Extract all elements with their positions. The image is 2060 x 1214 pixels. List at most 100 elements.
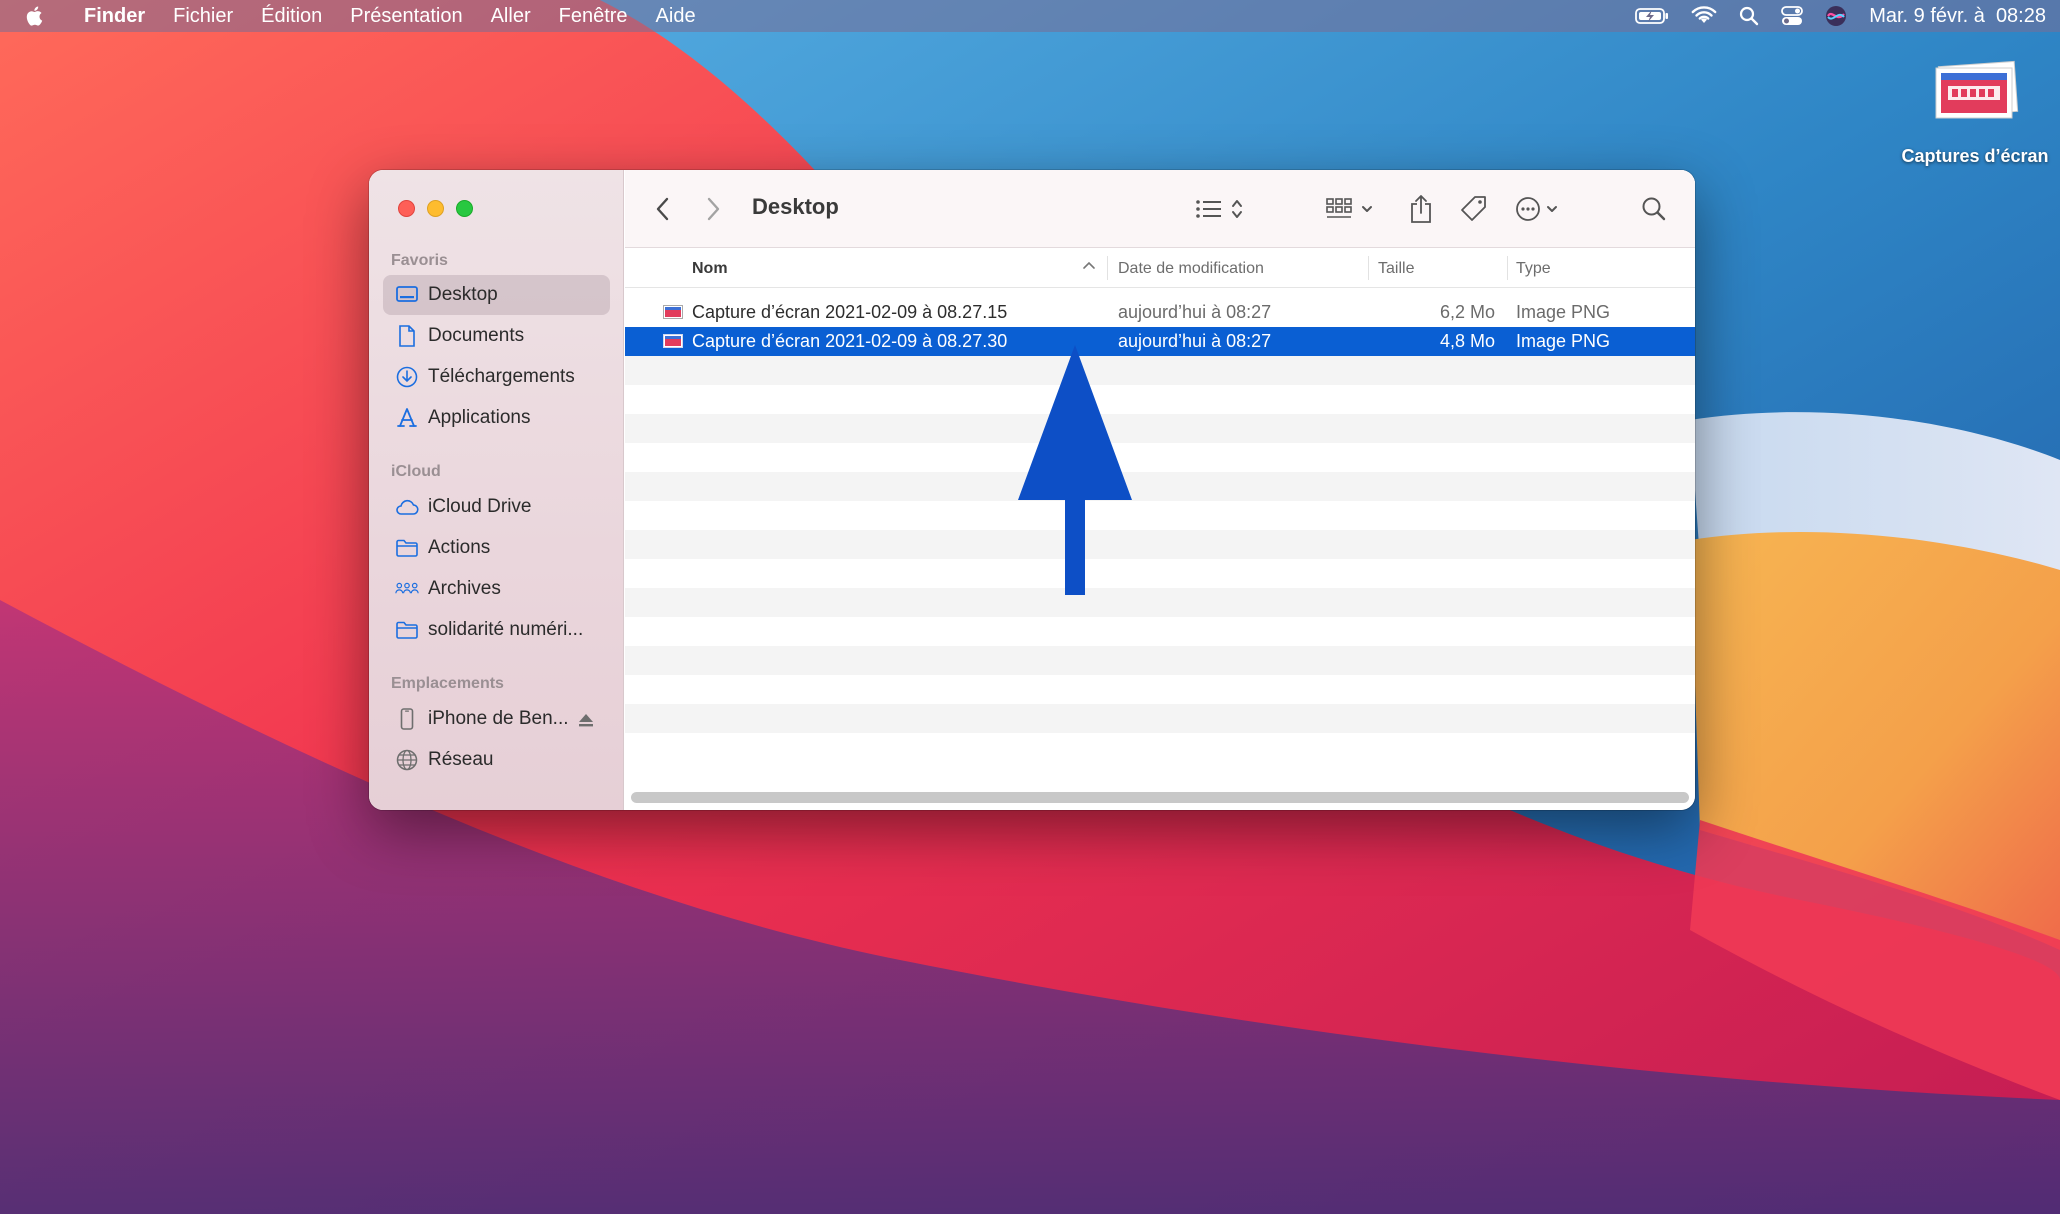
ellipsis-circle-icon bbox=[1516, 197, 1557, 221]
file-date: aujourd’hui à 08:27 bbox=[1118, 331, 1272, 351]
desktop-icon bbox=[395, 283, 419, 307]
siri-icon[interactable] bbox=[1825, 5, 1847, 27]
applications-icon bbox=[395, 406, 419, 430]
sidebar-item-documents[interactable]: Documents bbox=[383, 316, 610, 356]
empty-row bbox=[625, 385, 1695, 414]
file-type: Image PNG bbox=[1516, 302, 1611, 322]
sidebar-item-label: iCloud Drive bbox=[428, 496, 532, 517]
sidebar: Favoris Desktop Documents Téléchargement… bbox=[369, 170, 624, 810]
horizontal-scrollbar[interactable] bbox=[631, 792, 1689, 803]
column-date[interactable]: Date de modification bbox=[1118, 260, 1264, 278]
control-center-icon[interactable] bbox=[1781, 6, 1804, 26]
apple-icon[interactable] bbox=[0, 5, 70, 27]
menu-edition[interactable]: Édition bbox=[247, 5, 336, 28]
menu-fenetre[interactable]: Fenêtre bbox=[545, 5, 642, 28]
column-nom[interactable]: Nom bbox=[692, 260, 728, 278]
sidebar-item-label: iPhone de Ben... bbox=[428, 708, 569, 729]
file-size: 6,2 Mo bbox=[1439, 302, 1495, 322]
empty-row bbox=[625, 414, 1695, 443]
empty-row bbox=[625, 733, 1695, 762]
sidebar-item-desktop[interactable]: Desktop bbox=[383, 275, 610, 315]
sidebar-item-label: Desktop bbox=[428, 284, 498, 305]
sidebar-item-applications[interactable]: Applications bbox=[383, 398, 610, 438]
battery-charging-icon[interactable] bbox=[1635, 7, 1669, 25]
tag-icon bbox=[1461, 196, 1486, 221]
wifi-icon[interactable] bbox=[1691, 6, 1717, 26]
empty-row bbox=[625, 356, 1695, 385]
iphone-icon bbox=[395, 707, 419, 731]
empty-row bbox=[625, 530, 1695, 559]
sidebar-item-actions[interactable]: Actions bbox=[383, 528, 610, 568]
sidebar-section-favoris: Favoris bbox=[391, 252, 448, 269]
sidebar-item-label: Actions bbox=[428, 537, 491, 558]
sidebar-item-reseau[interactable]: Réseau bbox=[383, 740, 610, 780]
search-button[interactable] bbox=[1641, 194, 1667, 224]
more-actions-button[interactable] bbox=[1515, 194, 1565, 224]
menu-aller[interactable]: Aller bbox=[477, 5, 545, 28]
column-separator[interactable] bbox=[1507, 256, 1508, 280]
view-options-button[interactable] bbox=[1195, 194, 1247, 224]
share-button[interactable] bbox=[1409, 194, 1433, 224]
sidebar-item-telechargements[interactable]: Téléchargements bbox=[383, 357, 610, 397]
shared-folder-icon bbox=[395, 577, 419, 601]
close-button[interactable] bbox=[398, 200, 415, 217]
empty-row bbox=[625, 501, 1695, 530]
window-controls bbox=[398, 200, 473, 217]
column-type[interactable]: Type bbox=[1516, 260, 1551, 278]
menu-aide[interactable]: Aide bbox=[642, 5, 710, 28]
file-size: 4,8 Mo bbox=[1439, 331, 1495, 351]
sidebar-item-iphone[interactable]: iPhone de Ben... bbox=[383, 699, 610, 739]
forward-button[interactable] bbox=[705, 194, 721, 224]
menu-clock[interactable]: Mar. 9 févr. à 08:28 bbox=[1869, 5, 2046, 28]
folder-icon bbox=[395, 618, 419, 642]
file-type: Image PNG bbox=[1516, 331, 1611, 351]
empty-row bbox=[625, 675, 1695, 704]
cloud-icon bbox=[395, 495, 419, 519]
column-separator[interactable] bbox=[1107, 256, 1108, 280]
sidebar-item-label: Archives bbox=[428, 578, 501, 599]
empty-row bbox=[625, 617, 1695, 646]
menu-presentation[interactable]: Présentation bbox=[336, 5, 476, 28]
tags-button[interactable] bbox=[1460, 194, 1488, 224]
list-view-icon bbox=[1196, 200, 1242, 218]
menu-fichier[interactable]: Fichier bbox=[159, 5, 247, 28]
group-button[interactable] bbox=[1325, 194, 1377, 224]
main-content: Desktop Nom Date de modification Taille … bbox=[625, 170, 1695, 810]
file-list: Capture d’écran 2021-02-09 à 08.27.15 au… bbox=[625, 288, 1695, 780]
sidebar-section-icloud: iCloud bbox=[391, 463, 441, 480]
desktop-item-captures[interactable]: Captures d’écran bbox=[1890, 60, 2060, 167]
zoom-button[interactable] bbox=[456, 200, 473, 217]
folder-icon bbox=[395, 536, 419, 560]
spotlight-search-icon[interactable] bbox=[1739, 6, 1759, 26]
column-separator[interactable] bbox=[1368, 256, 1369, 280]
sidebar-item-label: solidarité numéri... bbox=[428, 619, 584, 640]
file-name: Capture d’écran 2021-02-09 à 08.27.30 bbox=[692, 331, 1008, 351]
sidebar-item-solidarite[interactable]: solidarité numéri... bbox=[383, 610, 610, 650]
minimize-button[interactable] bbox=[427, 200, 444, 217]
empty-row bbox=[625, 704, 1695, 733]
table-row-selected[interactable]: Capture d’écran 2021-02-09 à 08.27.30 au… bbox=[625, 327, 1695, 356]
chevron-right-icon bbox=[707, 197, 720, 221]
search-icon bbox=[1642, 197, 1666, 221]
table-row[interactable]: Capture d’écran 2021-02-09 à 08.27.15 au… bbox=[625, 298, 1695, 327]
chevron-left-icon bbox=[656, 197, 669, 221]
empty-row bbox=[625, 588, 1695, 617]
file-name: Capture d’écran 2021-02-09 à 08.27.15 bbox=[692, 302, 1008, 322]
column-taille[interactable]: Taille bbox=[1378, 260, 1414, 278]
annotation-arrow bbox=[1018, 345, 1132, 595]
network-icon bbox=[395, 748, 419, 772]
sidebar-section-emplacements: Emplacements bbox=[391, 675, 504, 692]
empty-row bbox=[625, 472, 1695, 501]
sidebar-item-label: Applications bbox=[428, 407, 531, 428]
desktop-item-label: Captures d’écran bbox=[1901, 146, 2049, 166]
sidebar-item-archives[interactable]: Archives bbox=[383, 569, 610, 609]
share-icon bbox=[1411, 195, 1431, 223]
sidebar-item-label: Téléchargements bbox=[428, 366, 575, 387]
sidebar-item-icloud-drive[interactable]: iCloud Drive bbox=[383, 487, 610, 527]
sort-ascending-icon[interactable] bbox=[1082, 258, 1096, 277]
eject-icon[interactable] bbox=[578, 711, 594, 733]
file-date: aujourd’hui à 08:27 bbox=[1118, 302, 1272, 322]
back-button[interactable] bbox=[655, 194, 671, 224]
png-file-icon bbox=[663, 305, 683, 319]
menu-finder[interactable]: Finder bbox=[70, 5, 159, 28]
